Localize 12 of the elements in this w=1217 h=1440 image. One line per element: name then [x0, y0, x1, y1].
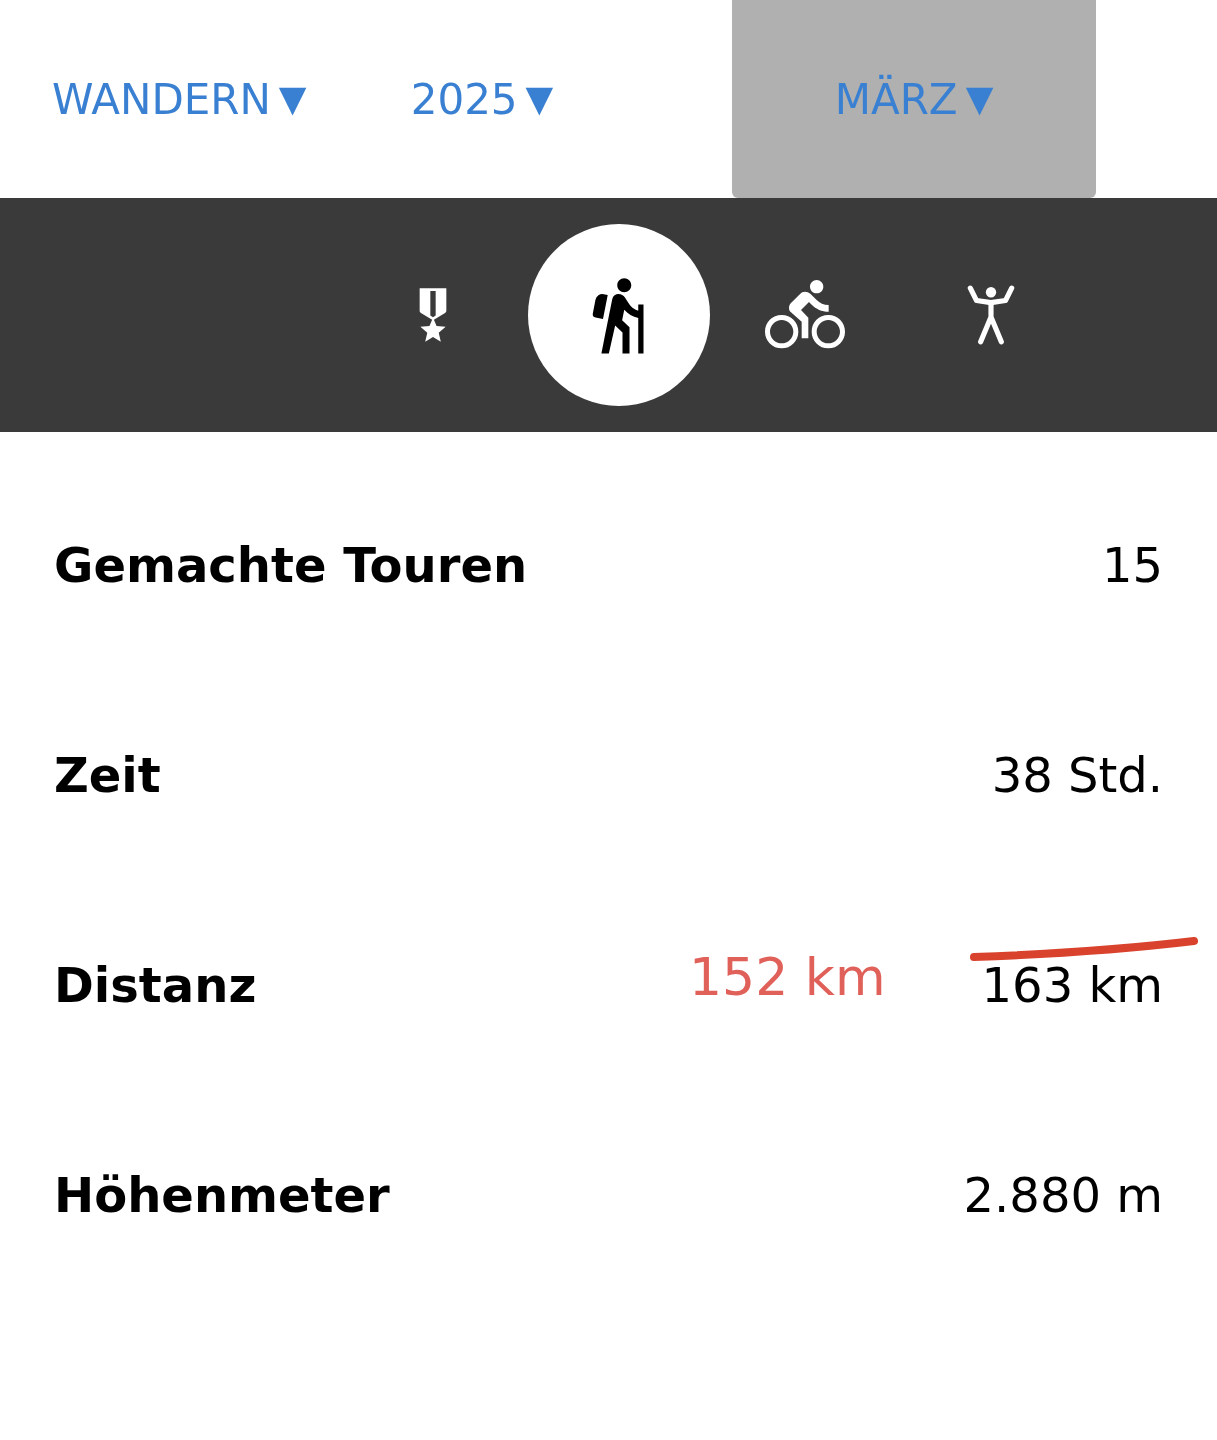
stat-label: Distanz	[54, 956, 257, 1015]
filter-dropdown[interactable]: 2025 ▼	[332, 0, 632, 198]
stat-value: 38 Std.	[991, 747, 1163, 803]
stat-label: Höhenmeter	[54, 1166, 390, 1225]
stat-value: 15	[1101, 537, 1163, 593]
stat-label: Zeit	[54, 746, 161, 805]
stat-value: 163 km	[981, 957, 1163, 1013]
corrected-value: 152 km	[689, 946, 886, 1009]
stat-value: 2.880 m	[963, 1167, 1163, 1223]
filter-dropdown[interactable]: WANDERN ▼	[52, 0, 332, 198]
person-arms-raised-icon	[966, 284, 1016, 346]
stat-label: Gemachte Touren	[54, 536, 528, 595]
